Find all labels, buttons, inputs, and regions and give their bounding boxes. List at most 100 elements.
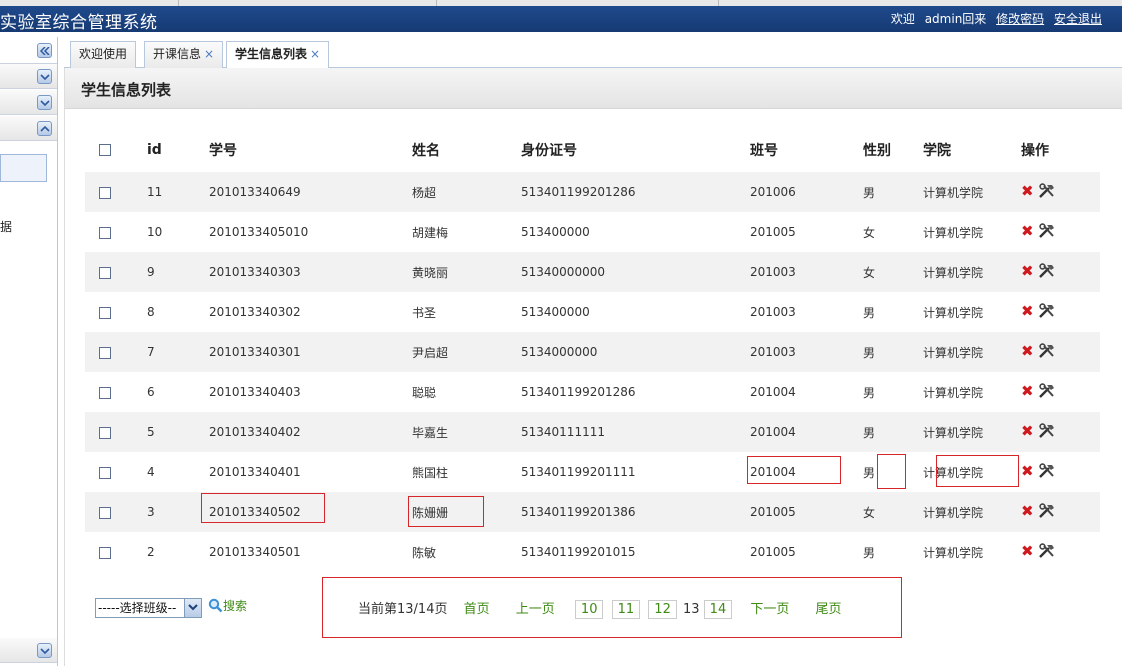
sidebar-section-3[interactable] xyxy=(0,116,57,141)
edit-tools-icon[interactable] xyxy=(1038,183,1056,202)
edit-tools-icon[interactable] xyxy=(1038,303,1056,322)
close-icon[interactable]: × xyxy=(204,47,214,61)
table-row: 8 201013340302 书圣 513400000 201003 男计算机学院 ✖ xyxy=(85,292,1100,332)
cell-student-no: 201013340302 xyxy=(209,292,412,332)
delete-x-icon[interactable]: ✖ xyxy=(1021,422,1034,440)
cell-actions: ✖ xyxy=(1021,452,1100,492)
delete-x-icon[interactable]: ✖ xyxy=(1021,382,1034,400)
delete-x-icon[interactable]: ✖ xyxy=(1021,262,1034,280)
cell-student-no: 201013340402 xyxy=(209,412,412,452)
cell-name: 聪聪 xyxy=(412,372,521,412)
pager-status: 当前第13/14页 xyxy=(358,602,448,617)
chevron-up-icon[interactable] xyxy=(37,121,52,136)
cell-name: 书圣 xyxy=(412,292,521,332)
cell-actions: ✖ xyxy=(1021,412,1100,452)
sidebar-section-bottom[interactable] xyxy=(0,638,57,663)
cell-gender: 男 xyxy=(863,532,923,572)
cell-student-no: 201013340403 xyxy=(209,372,412,412)
double-chevron-left-icon[interactable] xyxy=(37,43,52,58)
cell-student-no: 2010133405010 xyxy=(209,212,412,252)
cell-actions: ✖ xyxy=(1021,332,1100,372)
highlight-box xyxy=(747,456,841,484)
chevron-down-icon[interactable] xyxy=(37,643,52,658)
chevron-down-icon[interactable] xyxy=(37,95,52,110)
delete-x-icon[interactable]: ✖ xyxy=(1021,462,1034,480)
highlight-box xyxy=(408,496,484,527)
row-checkbox[interactable] xyxy=(99,186,111,199)
edit-tools-icon[interactable] xyxy=(1038,463,1056,482)
edit-tools-icon[interactable] xyxy=(1038,503,1056,522)
change-password-link[interactable]: 修改密码 xyxy=(996,12,1044,26)
main-area: 欢迎使用 开课信息 × 学生信息列表 × 学生信息列表 id 学号 姓名 身份证号 … xyxy=(64,37,1122,666)
pager-last[interactable]: 尾页 xyxy=(816,602,842,617)
delete-x-icon[interactable]: ✖ xyxy=(1021,182,1034,200)
row-checkbox[interactable] xyxy=(99,546,111,559)
class-select-value: -----选择班级-- xyxy=(98,601,177,615)
tab-label: 学生信息列表 xyxy=(235,47,308,61)
cell-student-no: 201013340401 xyxy=(209,452,412,492)
cell-class-no: 201005 xyxy=(750,492,863,532)
edit-tools-icon[interactable] xyxy=(1038,383,1056,402)
row-checkbox[interactable] xyxy=(99,426,111,439)
cell-class-no: 201005 xyxy=(750,212,863,252)
row-checkbox[interactable] xyxy=(99,346,111,359)
cell-id-card: 513401199201286 xyxy=(521,372,750,412)
pager-first[interactable]: 首页 xyxy=(464,602,490,617)
cell-actions: ✖ xyxy=(1021,532,1100,572)
table-row: 11 201013340649 杨超 513401199201286 201006 男计算… xyxy=(85,172,1100,212)
cell-name: 毕嘉生 xyxy=(412,412,521,452)
close-icon[interactable]: × xyxy=(310,47,320,61)
delete-x-icon[interactable]: ✖ xyxy=(1021,222,1034,240)
cell-id-card: 513400000 xyxy=(521,292,750,332)
pager-page-11[interactable]: 11 xyxy=(611,600,641,619)
sidebar-section-2[interactable] xyxy=(0,90,57,115)
cell-gender: 男 xyxy=(863,292,923,332)
row-checkbox[interactable] xyxy=(99,266,111,279)
sidebar-item-label[interactable]: 据 xyxy=(0,218,12,235)
cell-actions: ✖ xyxy=(1021,372,1100,412)
row-checkbox[interactable] xyxy=(99,466,111,479)
sidebar-section-1[interactable] xyxy=(0,64,57,89)
cell-class-no: 201004 xyxy=(750,412,863,452)
row-checkbox[interactable] xyxy=(99,306,111,319)
tab-course-info[interactable]: 开课信息 × xyxy=(144,41,224,68)
cell-actions: ✖ xyxy=(1021,252,1100,292)
sidebar: 据 xyxy=(0,37,58,666)
chevron-down-icon[interactable] xyxy=(37,69,52,84)
sidebar-selected-item[interactable] xyxy=(0,154,47,182)
pager-prev[interactable]: 上一页 xyxy=(516,602,555,617)
pager-page-10[interactable]: 10 xyxy=(574,600,604,619)
row-checkbox[interactable] xyxy=(99,386,111,399)
delete-x-icon[interactable]: ✖ xyxy=(1021,342,1034,360)
edit-tools-icon[interactable] xyxy=(1038,343,1056,362)
pager-next[interactable]: 下一页 xyxy=(750,602,789,617)
cell-id-card: 5134000000 xyxy=(521,332,750,372)
tab-bar: 欢迎使用 开课信息 × 学生信息列表 × xyxy=(64,37,1122,69)
cell-student-no: 201013340649 xyxy=(209,172,412,212)
delete-x-icon[interactable]: ✖ xyxy=(1021,502,1034,520)
column-header-student-no: 学号 xyxy=(209,143,237,159)
cell-actions: ✖ xyxy=(1021,172,1100,212)
logout-link[interactable]: 安全退出 xyxy=(1054,12,1102,26)
tab-welcome[interactable]: 欢迎使用 xyxy=(70,41,137,68)
panel-title: 学生信息列表 xyxy=(81,81,172,99)
cell-college: 计算机学院 xyxy=(923,372,1021,412)
row-checkbox[interactable] xyxy=(99,226,111,239)
pager-page-14[interactable]: 14 xyxy=(703,600,733,619)
edit-tools-icon[interactable] xyxy=(1038,423,1056,442)
row-checkbox[interactable] xyxy=(99,506,111,519)
chevron-down-icon[interactable] xyxy=(184,599,201,617)
delete-x-icon[interactable]: ✖ xyxy=(1021,542,1034,560)
edit-tools-icon[interactable] xyxy=(1038,263,1056,282)
welcome-text: 欢迎 xyxy=(890,12,915,26)
cell-id: 4 xyxy=(147,452,209,492)
cell-id: 11 xyxy=(147,172,209,212)
pager-page-12[interactable]: 12 xyxy=(648,600,677,619)
class-select[interactable]: -----选择班级-- xyxy=(95,598,202,618)
select-all-checkbox[interactable] xyxy=(99,144,111,156)
tab-student-list[interactable]: 学生信息列表 × xyxy=(226,41,330,69)
edit-tools-icon[interactable] xyxy=(1038,543,1056,562)
delete-x-icon[interactable]: ✖ xyxy=(1021,302,1034,320)
edit-tools-icon[interactable] xyxy=(1038,223,1056,242)
search-button[interactable]: 搜索 xyxy=(208,597,247,614)
